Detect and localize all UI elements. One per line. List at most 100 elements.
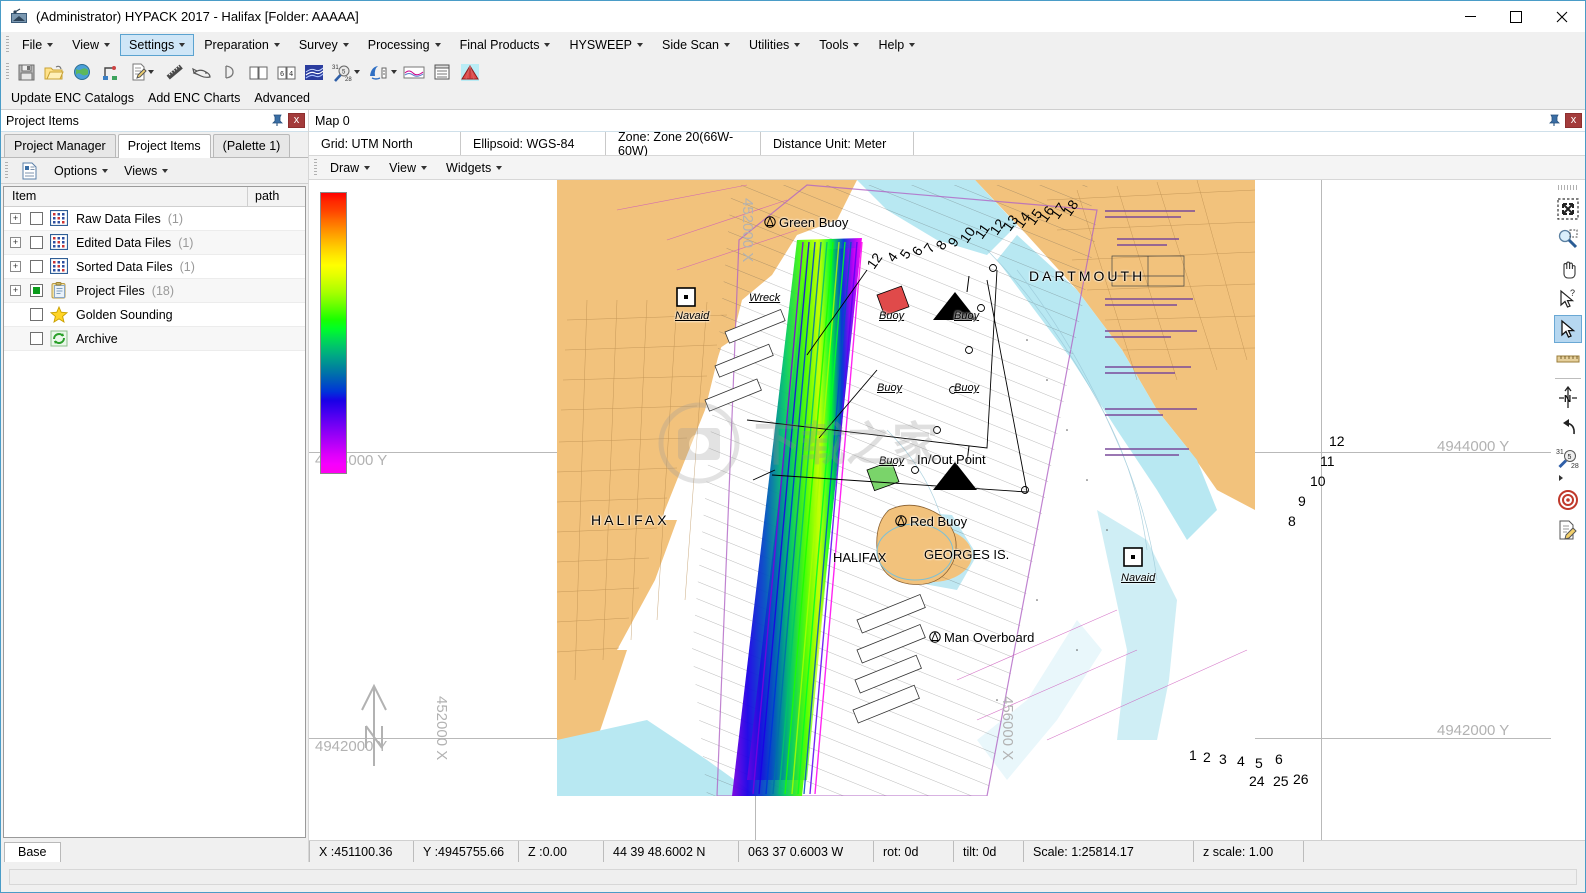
zoom-extents-icon[interactable] <box>1554 195 1582 223</box>
menu-gripper[interactable] <box>5 35 10 54</box>
tree-item-label: Project Files <box>76 283 145 298</box>
tab-palette-1[interactable]: (Palette 1) <box>212 134 291 157</box>
shape-icon[interactable] <box>217 59 243 85</box>
column-header-item[interactable]: Item <box>4 187 248 206</box>
blinds-icon[interactable] <box>429 59 455 85</box>
tree-rows: + Raw Data Files (1) + Edited Data Files… <box>4 207 305 837</box>
save-icon[interactable] <box>13 59 39 85</box>
chevron-right-icon[interactable] <box>1559 475 1563 481</box>
menu-survey[interactable]: Survey <box>290 34 358 56</box>
ruler-icon[interactable] <box>161 59 187 85</box>
menu-settings[interactable]: Settings <box>120 33 195 56</box>
pin-icon[interactable] <box>1546 112 1562 128</box>
map-canvas[interactable]: 12 4 5 6 7 8 9 10 11 12 13 14 15 16 17 1… <box>309 180 1585 840</box>
menu-hysweep[interactable]: HYSWEEP <box>560 34 652 56</box>
toolbar-gripper[interactable] <box>5 63 10 81</box>
views-dropdown[interactable]: Views <box>117 161 175 181</box>
pin-icon[interactable] <box>269 112 285 128</box>
menu-preparation[interactable]: Preparation <box>195 34 289 56</box>
select-cursor-icon[interactable] <box>1554 315 1582 343</box>
query-cursor-icon[interactable]: ? <box>1554 285 1582 313</box>
menu-view[interactable]: View <box>63 34 119 56</box>
expand-icon[interactable]: + <box>10 213 21 224</box>
map-label-dartmouth: DARTMOUTH <box>1029 268 1146 284</box>
advanced-button[interactable]: Advanced <box>254 91 310 105</box>
tide-icon[interactable] <box>401 59 427 85</box>
zoom-window-icon[interactable] <box>1554 225 1582 253</box>
ruler-measure-icon[interactable] <box>1554 345 1582 373</box>
tree-row-golden-sounding[interactable]: Golden Sounding <box>4 303 305 327</box>
target-icon[interactable] <box>1554 486 1582 514</box>
add-enc-charts-button[interactable]: Add ENC Charts <box>148 91 240 105</box>
tab-project-manager[interactable]: Project Manager <box>4 134 116 157</box>
pan-hand-icon[interactable] <box>1554 255 1582 283</box>
tree-row-archive[interactable]: Archive <box>4 327 305 351</box>
menu-final-products[interactable]: Final Products <box>451 34 560 56</box>
widgets-menu[interactable]: Widgets <box>437 157 511 179</box>
checkbox[interactable] <box>30 260 43 273</box>
map-label-in-out-point: In/Out Point <box>917 452 986 467</box>
globe-icon[interactable] <box>69 59 95 85</box>
tree-row-project-files[interactable]: + Project Files (18) <box>4 279 305 303</box>
menu-side-scan[interactable]: Side Scan <box>653 34 739 56</box>
tree-item-count: (18) <box>151 283 175 298</box>
close-icon[interactable]: x <box>1565 112 1582 128</box>
star-icon <box>49 305 69 323</box>
maximize-button[interactable] <box>1493 1 1539 32</box>
chevron-down-icon <box>102 168 109 173</box>
menu-file[interactable]: File <box>13 34 62 56</box>
draw-gripper[interactable] <box>313 158 318 177</box>
status-z: Z :0.00 <box>519 841 604 862</box>
undo-icon[interactable] <box>1554 414 1582 442</box>
expand-icon[interactable]: + <box>10 285 21 296</box>
draw-menu[interactable]: Draw <box>321 157 379 179</box>
minimize-button[interactable] <box>1447 1 1493 32</box>
map-canvas-area[interactable]: 12 4 5 6 7 8 9 10 11 12 13 14 15 16 17 1… <box>309 180 1585 840</box>
edit-document-icon[interactable] <box>125 59 159 85</box>
tab-project-items[interactable]: Project Items <box>117 134 211 158</box>
update-enc-catalogs-button[interactable]: Update ENC Catalogs <box>11 91 134 105</box>
edit-note-icon[interactable] <box>1554 516 1582 544</box>
chevron-down-icon <box>794 42 801 47</box>
grid-label-x-452000-top: 452000 X <box>739 198 756 263</box>
options-gripper[interactable] <box>4 161 9 180</box>
project-properties-icon[interactable] <box>14 159 45 183</box>
tab-base[interactable]: Base <box>4 842 61 862</box>
tree-row-raw-data-files[interactable]: + Raw Data Files (1) <box>4 207 305 231</box>
checkbox[interactable] <box>30 284 43 297</box>
column-header-path[interactable]: path <box>248 187 305 206</box>
chevron-down-icon <box>162 168 169 173</box>
color-palette-legend[interactable] <box>320 192 347 474</box>
book-index-icon[interactable]: 6 4 <box>273 59 299 85</box>
tree-row-edited-data-files[interactable]: + Edited Data Files (1) <box>4 231 305 255</box>
date-search-icon[interactable]: 31 5 28 <box>329 59 363 85</box>
north-arrow-widget[interactable] <box>354 682 394 772</box>
menu-utilities[interactable]: Utilities <box>740 34 809 56</box>
expand-icon[interactable]: + <box>10 261 21 272</box>
checkbox[interactable] <box>30 332 43 345</box>
date-search-icon[interactable]: 31 5 28 <box>1554 444 1582 472</box>
menu-help[interactable]: Help <box>869 34 924 56</box>
expand-icon[interactable]: + <box>10 237 21 248</box>
wave-icon[interactable] <box>365 59 399 85</box>
menu-processing[interactable]: Processing <box>359 34 450 56</box>
survey-equipment-icon[interactable] <box>97 59 123 85</box>
tree-row-sorted-data-files[interactable]: + Sorted Data Files (1) <box>4 255 305 279</box>
close-button[interactable] <box>1539 1 1585 32</box>
close-icon[interactable]: x <box>288 112 305 128</box>
tool-palette-gripper[interactable] <box>1558 185 1578 190</box>
north-arrow-icon[interactable]: N <box>1554 384 1582 412</box>
whale-icon[interactable] <box>189 59 215 85</box>
project-items-title: Project Items <box>6 113 79 128</box>
checkbox[interactable] <box>30 308 43 321</box>
matrix-icon[interactable] <box>301 59 327 85</box>
checkbox[interactable] <box>30 212 43 225</box>
tree-item-label: Sorted Data Files <box>76 259 173 274</box>
book-icon[interactable] <box>245 59 271 85</box>
open-folder-icon[interactable] <box>41 59 67 85</box>
options-dropdown[interactable]: Options <box>47 161 115 181</box>
tin-model-icon[interactable] <box>457 59 483 85</box>
view-menu[interactable]: View <box>380 157 436 179</box>
checkbox[interactable] <box>30 236 43 249</box>
menu-tools[interactable]: Tools <box>810 34 868 56</box>
